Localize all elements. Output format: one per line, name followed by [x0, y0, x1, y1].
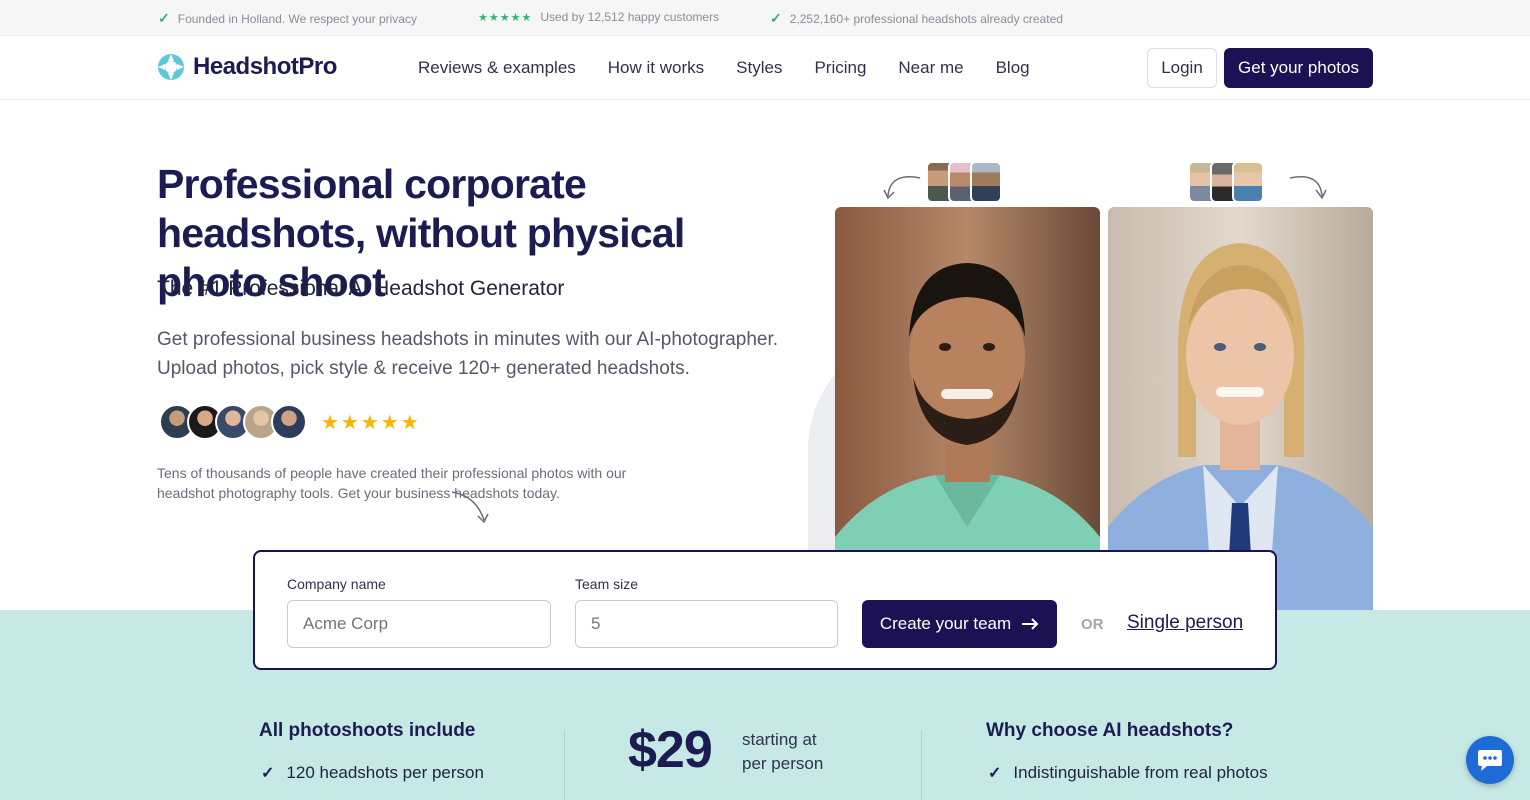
single-person-link[interactable]: Single person [1127, 612, 1243, 634]
star-rating-icon: ★★★★★ [321, 412, 421, 434]
nav-link-pricing[interactable]: Pricing [814, 58, 866, 78]
curved-arrow-icon [883, 176, 921, 200]
brand-logo[interactable]: HeadshotPro [157, 53, 337, 81]
hero-subtitle: The #1 Professional AI Headshot Generato… [157, 277, 565, 300]
create-team-label: Create your team [879, 614, 1012, 633]
headshots-created-text: 2,252,160+ professional headshots alread… [789, 11, 1063, 26]
company-name-input[interactable] [287, 600, 551, 648]
top-announcement-bar: ✓ Founded in Holland. We respect your pr… [0, 0, 1530, 36]
curved-arrow-icon [451, 491, 489, 524]
price-note: starting at per person [742, 728, 823, 776]
column-divider [921, 730, 922, 800]
get-photos-button[interactable]: Get your photos [1224, 48, 1373, 88]
main-navigation: HeadshotPro Reviews & examples How it wo… [0, 36, 1530, 100]
why-ai-item: ✓ Indistinguishable from real photos [988, 763, 1268, 783]
man-selfie-thumbnails [926, 161, 1002, 203]
customers-note: ★★★★★ Used by 12,512 happy customers [478, 10, 719, 24]
check-icon: ✓ [988, 765, 1002, 782]
nav-link-how-it-works[interactable]: How it works [608, 58, 704, 78]
check-icon: ✓ [770, 10, 782, 26]
nav-link-styles[interactable]: Styles [736, 58, 782, 78]
social-proof-text: Tens of thousands of people have created… [157, 465, 627, 501]
price-note-line2: per person [742, 754, 824, 773]
selfie-thumbnail [1232, 161, 1264, 203]
arrow-right-icon [1022, 618, 1039, 630]
includes-heading: All photoshoots include [259, 720, 476, 741]
includes-item-text: 120 headshots per person [286, 763, 484, 782]
check-icon: ✓ [158, 10, 170, 26]
login-button[interactable]: Login [1147, 48, 1217, 88]
price-value: $29 [628, 721, 713, 779]
chat-bubble-icon [1478, 750, 1502, 771]
privacy-note: ✓ Founded in Holland. We respect your pr… [158, 10, 417, 27]
privacy-text: Founded in Holland. We respect your priv… [177, 11, 417, 26]
price-note-line1: starting at [742, 730, 817, 749]
headshots-created-note: ✓ 2,252,160+ professional headshots alre… [770, 10, 1063, 27]
nav-link-near-me[interactable]: Near me [898, 58, 963, 78]
why-ai-heading: Why choose AI headshots? [986, 720, 1234, 741]
nav-link-reviews[interactable]: Reviews & examples [418, 58, 576, 78]
team-signup-form: Company name Team size Create your team … [253, 550, 1277, 670]
create-team-button[interactable]: Create your team [862, 600, 1057, 648]
company-name-label: Company name [287, 576, 386, 592]
customer-avatars [159, 404, 307, 440]
team-size-label: Team size [575, 576, 639, 592]
or-separator: OR [1081, 616, 1104, 633]
nav-link-blog[interactable]: Blog [996, 58, 1030, 78]
selfie-thumbnail [970, 161, 1002, 203]
curved-arrow-icon [1289, 176, 1327, 200]
customers-text: Used by 12,512 happy customers [540, 10, 720, 24]
avatar [271, 404, 307, 440]
logo-icon [158, 54, 184, 80]
team-size-input[interactable] [575, 600, 838, 648]
check-icon: ✓ [261, 765, 275, 782]
column-divider [564, 730, 565, 800]
hero-description: Get professional business headshots in m… [157, 329, 779, 379]
star-rating-icon: ★★★★★ [478, 11, 533, 24]
chat-widget-button[interactable] [1466, 736, 1514, 784]
nav-links: Reviews & examples How it works Styles P… [418, 58, 1030, 78]
woman-selfie-thumbnails [1188, 161, 1264, 203]
brand-name: HeadshotPro [193, 53, 337, 80]
includes-item: ✓ 120 headshots per person [261, 763, 484, 783]
why-ai-item-text: Indistinguishable from real photos [1013, 763, 1268, 782]
